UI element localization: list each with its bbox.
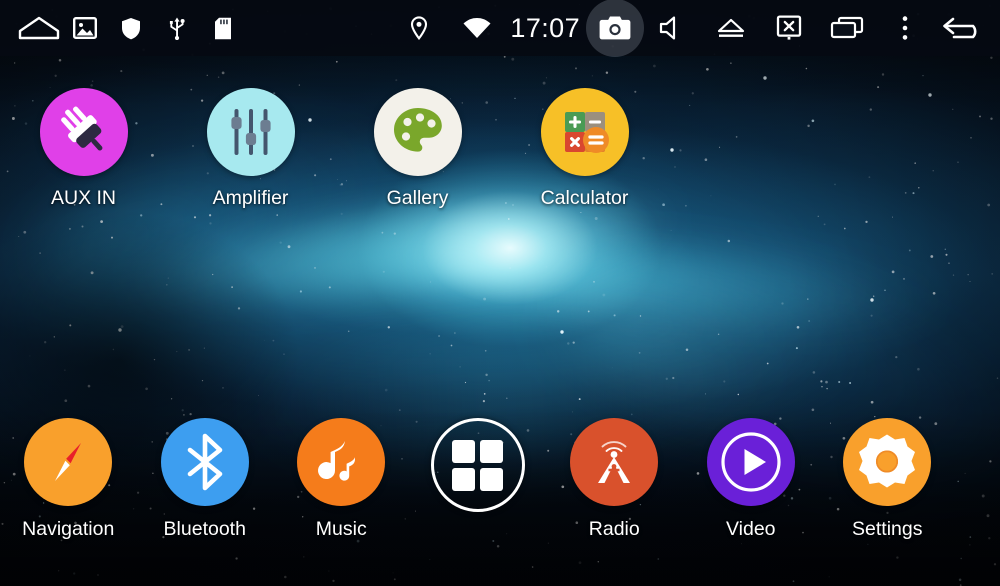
app-icon-settings[interactable]: Settings: [819, 418, 956, 540]
back-icon[interactable]: [934, 0, 992, 56]
screen-off-icon[interactable]: [760, 0, 818, 56]
home-screen: 17:07 AUX IN Amplifier Gallery Calculato…: [0, 0, 1000, 586]
music-icon-circle: [297, 418, 386, 506]
bluetooth-icon: [187, 433, 223, 491]
app-label: Amplifier: [212, 187, 289, 209]
app-label: Radio: [588, 518, 640, 540]
app-row-bottom: Navigation Bluetooth Music Radio Video S…: [0, 418, 1000, 540]
volume-mute-icon[interactable]: [644, 0, 702, 56]
play-icon: [721, 432, 781, 492]
app-icon-music[interactable]: Music: [273, 418, 410, 540]
app-label: Navigation: [22, 518, 115, 540]
radio-icon-circle: [570, 418, 659, 506]
compass-icon: [55, 443, 82, 481]
app-grid-icon: [430, 418, 525, 512]
usb-icon[interactable]: [154, 0, 200, 56]
app-label: Bluetooth: [163, 518, 246, 540]
grid-square: [480, 439, 504, 463]
recent-apps-icon[interactable]: [818, 0, 876, 56]
app-label: Music: [315, 518, 367, 540]
calculator-icon-circle: [540, 88, 629, 176]
app-icon-gallery[interactable]: Gallery: [334, 88, 501, 209]
antenna-icon: [598, 441, 631, 483]
app-label: Gallery: [386, 187, 449, 209]
grid-square: [480, 467, 504, 491]
equalizer-icon: [230, 109, 271, 155]
app-label: Calculator: [540, 187, 629, 209]
app-icon-aux-in[interactable]: AUX IN: [0, 88, 167, 209]
app-icon-bluetooth[interactable]: Bluetooth: [137, 418, 274, 540]
app-icon-navigation[interactable]: Navigation: [0, 418, 137, 540]
status-bar-clock: 17:07: [510, 12, 580, 43]
aux-in-icon-circle: [39, 88, 128, 176]
navigation-icon-circle: [24, 418, 113, 506]
status-bar-right-icons: 17:07: [390, 0, 1000, 57]
video-icon-circle: [706, 418, 795, 506]
app-drawer-button[interactable]: [410, 418, 547, 540]
app-icon-radio[interactable]: Radio: [546, 418, 683, 540]
app-icon-amplifier[interactable]: Amplifier: [167, 88, 334, 209]
gear-icon: [859, 434, 916, 488]
overflow-menu-icon[interactable]: [876, 0, 934, 56]
home-icon[interactable]: [16, 0, 62, 56]
app-label: Video: [725, 518, 776, 540]
bluetooth-icon-circle: [160, 418, 249, 506]
music-note-icon: [318, 441, 356, 481]
gallery-icon-circle: [373, 88, 462, 176]
app-row-top: AUX IN Amplifier Gallery Calculator: [0, 88, 1000, 209]
status-bar: 17:07: [0, 0, 1000, 57]
app-grid-squares: [452, 439, 504, 491]
grid-square: [452, 439, 476, 463]
app-icon-calculator[interactable]: Calculator: [501, 88, 668, 209]
app-label: Settings: [852, 518, 923, 540]
shield-icon[interactable]: [108, 0, 154, 56]
amplifier-icon-circle: [206, 88, 295, 176]
grid-square: [452, 467, 476, 491]
status-bar-left-icons: [0, 0, 246, 56]
plug-icon: [60, 106, 102, 151]
wifi-icon[interactable]: [448, 0, 506, 56]
app-label: AUX IN: [50, 187, 116, 209]
camera-icon[interactable]: [586, 0, 644, 57]
calculator-icon: [564, 112, 609, 153]
palette-icon: [393, 108, 442, 152]
image-icon[interactable]: [62, 0, 108, 56]
eject-icon[interactable]: [702, 0, 760, 56]
location-icon[interactable]: [390, 0, 448, 56]
sd-card-icon[interactable]: [200, 0, 246, 56]
app-icon-video[interactable]: Video: [683, 418, 820, 540]
settings-icon-circle: [843, 418, 932, 506]
